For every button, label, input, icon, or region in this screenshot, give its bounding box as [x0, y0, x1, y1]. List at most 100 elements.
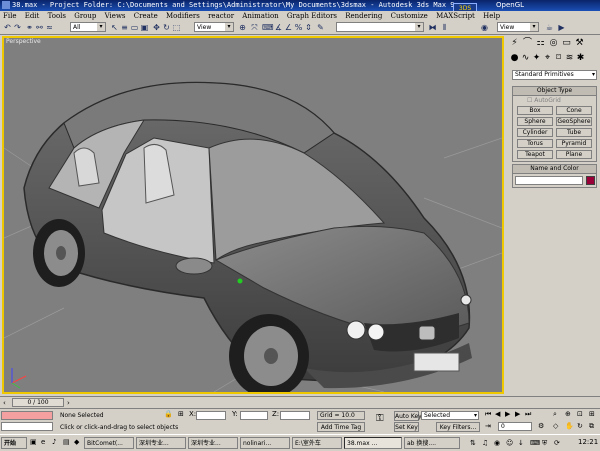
tray-network-icon[interactable]: ⇅: [470, 439, 476, 448]
teapot-button[interactable]: Teapot: [517, 150, 553, 159]
hierarchy-tab-icon[interactable]: ⚏: [535, 38, 546, 49]
select-object-icon[interactable]: ↖: [110, 23, 119, 32]
object-name-field[interactable]: [515, 176, 583, 185]
go-to-start-icon[interactable]: ⏮: [485, 410, 491, 419]
zoom-extents-icon[interactable]: ⊡: [577, 410, 583, 419]
tray-update-icon[interactable]: ⟳: [554, 439, 560, 448]
previous-key-icon[interactable]: ◀: [495, 410, 500, 419]
menu-customize[interactable]: Customize: [391, 12, 428, 20]
add-time-tag-button[interactable]: Add Time Tag: [317, 422, 365, 432]
maxscript-input-field[interactable]: [1, 422, 53, 431]
menu-modifiers[interactable]: Modifiers: [166, 12, 200, 20]
quick-launch-explorer-icon[interactable]: ▤: [63, 438, 70, 447]
select-by-name-icon[interactable]: ≡: [120, 23, 129, 32]
current-frame-field[interactable]: 0: [498, 422, 532, 431]
lock-selection-icon[interactable]: 🔒: [164, 410, 173, 419]
start-button[interactable]: 开始: [1, 437, 27, 449]
time-slider-thumb[interactable]: 0 / 100: [12, 398, 64, 407]
redo-icon[interactable]: ↷: [13, 23, 22, 32]
menu-reactor[interactable]: reactor: [208, 12, 234, 20]
show-desktop-icon[interactable]: ▣: [30, 438, 37, 447]
link-icon[interactable]: ⚭: [25, 23, 34, 32]
unlink-icon[interactable]: ⚯: [35, 23, 44, 32]
mirror-icon[interactable]: ⧓: [428, 23, 437, 32]
menu-create[interactable]: Create: [134, 12, 158, 20]
utilities-tab-icon[interactable]: ⚒: [574, 38, 585, 49]
menu-edit[interactable]: Edit: [25, 12, 40, 20]
tube-button[interactable]: Tube: [556, 128, 592, 137]
cylinder-button[interactable]: Cylinder: [517, 128, 553, 137]
bind-space-warp-icon[interactable]: ≈: [45, 23, 54, 32]
systems-icon[interactable]: ✱: [575, 53, 586, 64]
object-type-header[interactable]: Object Type: [513, 87, 596, 96]
set-key-icon[interactable]: ⚿: [376, 414, 384, 424]
quick-launch-app-icon[interactable]: ◆: [74, 438, 79, 447]
set-key-button[interactable]: Set Key: [394, 422, 419, 432]
taskbar-item[interactable]: nolinari...: [240, 437, 290, 449]
helpers-icon[interactable]: ⌑: [553, 53, 564, 64]
menu-graph-editors[interactable]: Graph Editors: [287, 12, 337, 20]
name-and-color-header[interactable]: Name and Color: [513, 165, 596, 174]
previous-frame-icon[interactable]: ‹: [3, 399, 6, 407]
tray-ime-icon[interactable]: ⌨: [530, 439, 540, 448]
undo-icon[interactable]: ↶: [3, 23, 12, 32]
taskbar-item-active[interactable]: 38.max ...: [344, 437, 402, 449]
taskbar-item[interactable]: BitComet(...: [84, 437, 134, 449]
maxscript-listener-field[interactable]: [1, 411, 53, 420]
render-setup-icon[interactable]: ☕: [545, 23, 554, 32]
object-color-swatch[interactable]: [586, 176, 595, 185]
tray-chat-icon[interactable]: ☺: [506, 439, 513, 448]
shapes-icon[interactable]: ∿: [520, 53, 531, 64]
viewport-label[interactable]: Perspective: [6, 38, 41, 45]
menu-help[interactable]: Help: [483, 12, 500, 20]
go-to-end-icon[interactable]: ⏭: [525, 410, 531, 419]
taskbar-item[interactable]: 深圳专业...: [188, 437, 238, 449]
edit-named-selection-icon[interactable]: ✎: [316, 23, 325, 32]
taskbar-item[interactable]: ab 换搜....: [404, 437, 460, 449]
plane-button[interactable]: Plane: [556, 150, 592, 159]
play-icon[interactable]: ▶: [505, 410, 510, 419]
key-mode-toggle-icon[interactable]: ⇥: [485, 422, 491, 431]
tray-security-icon[interactable]: ⛨: [542, 439, 547, 448]
keyboard-shortcut-override-icon[interactable]: ⌨: [262, 23, 274, 32]
create-tab-icon[interactable]: ⚡: [509, 38, 520, 49]
menu-file[interactable]: File: [3, 12, 16, 20]
reference-coordinate-dropdown[interactable]: View ▾: [194, 22, 234, 32]
next-key-icon[interactable]: ▶: [515, 410, 520, 419]
menu-views[interactable]: Views: [105, 12, 126, 20]
select-and-rotate-icon[interactable]: ↻: [162, 23, 171, 32]
lights-icon[interactable]: ✦: [531, 53, 542, 64]
angle-snap-icon[interactable]: ∠: [284, 23, 293, 32]
field-of-view-icon[interactable]: ◇: [553, 422, 558, 431]
select-and-move-icon[interactable]: ✥: [152, 23, 161, 32]
next-frame-icon[interactable]: ›: [67, 399, 70, 407]
spinner-snap-icon[interactable]: ⇕: [304, 23, 313, 32]
pivot-center-icon[interactable]: ⊕: [238, 23, 247, 32]
cone-button[interactable]: Cone: [556, 106, 592, 115]
rectangular-selection-icon[interactable]: ▭: [130, 23, 139, 32]
key-mode-dropdown[interactable]: Selected ▾: [421, 411, 479, 420]
sphere-button[interactable]: Sphere: [517, 117, 553, 126]
y-coordinate-field[interactable]: [240, 411, 268, 420]
taskbar-item[interactable]: E:\室外车: [292, 437, 342, 449]
select-and-scale-icon[interactable]: ⬚: [172, 23, 181, 32]
geosphere-button[interactable]: GeoSphere: [556, 117, 592, 126]
modify-tab-icon[interactable]: ⌒: [522, 38, 533, 49]
cameras-icon[interactable]: ⌖: [542, 53, 553, 64]
box-button[interactable]: Box: [517, 106, 553, 115]
quick-render-icon[interactable]: ▶: [557, 23, 566, 32]
tray-volume-icon[interactable]: ♫: [482, 439, 488, 448]
car-model[interactable]: [23, 81, 472, 393]
torus-button[interactable]: Torus: [517, 139, 553, 148]
percent-snap-icon[interactable]: %: [294, 23, 303, 32]
zoom-all-icon[interactable]: ⊕: [565, 410, 571, 419]
pyramid-button[interactable]: Pyramid: [556, 139, 592, 148]
menu-tools[interactable]: Tools: [48, 12, 66, 20]
display-tab-icon[interactable]: ▭: [561, 38, 572, 49]
menu-maxscript[interactable]: MAXScript: [436, 12, 475, 20]
perspective-viewport[interactable]: [2, 36, 504, 394]
x-coordinate-field[interactable]: [196, 411, 226, 420]
maximize-viewport-icon[interactable]: ⧉: [589, 422, 594, 431]
time-configuration-icon[interactable]: ⚙: [538, 422, 544, 431]
z-coordinate-field[interactable]: [280, 411, 310, 420]
